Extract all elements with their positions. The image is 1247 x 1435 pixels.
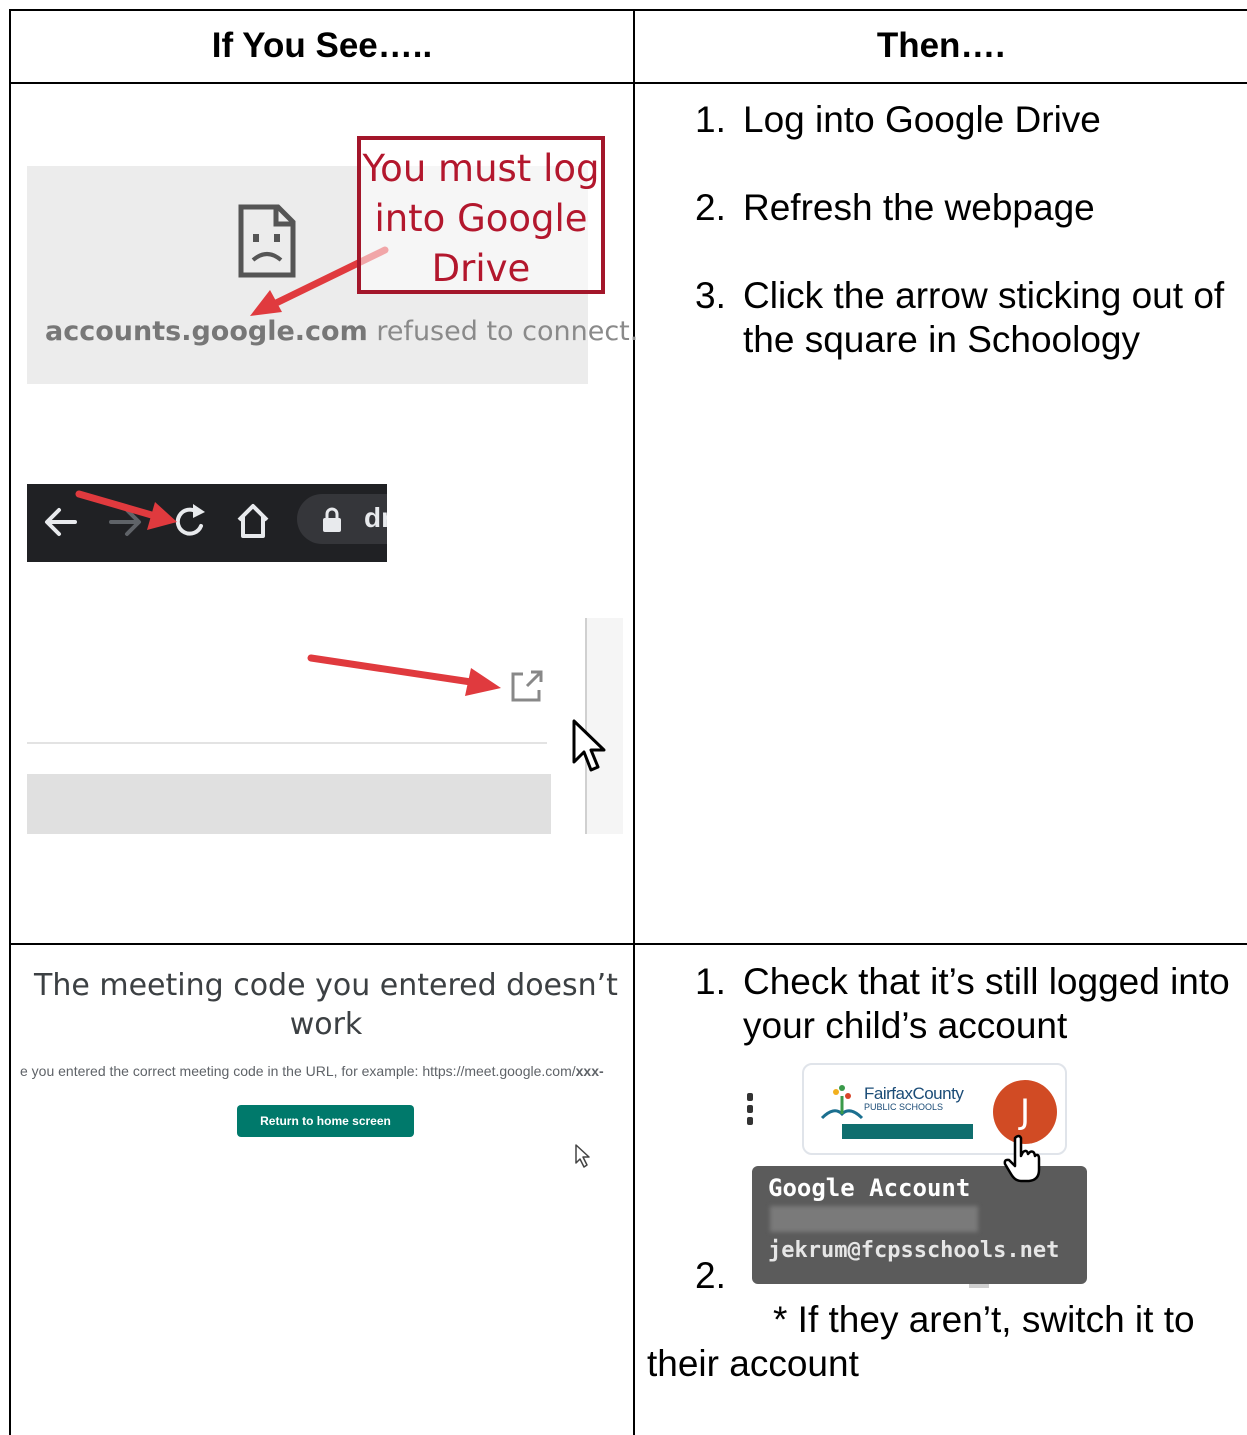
- red-arrow-to-reload: [75, 490, 177, 530]
- schoology-open-screenshot: [27, 618, 623, 834]
- blurred-name: [770, 1206, 978, 1232]
- gray-content-bar: [27, 774, 551, 834]
- meeting-error-title: The meeting code you entered doesn’t wor…: [34, 968, 618, 1042]
- row2-step-2-number: 2.: [695, 1255, 726, 1296]
- table-border-left: [9, 9, 11, 1435]
- tooltip-email: jekrum@fcpsschools.net: [768, 1238, 1060, 1263]
- table-row-divider: [9, 943, 1247, 945]
- fcps-logo-sub: PUBLIC SCHOOLS: [864, 1102, 944, 1112]
- tooltip-tail: [969, 1284, 989, 1288]
- row1-step-3: 3. Click the arrow sticking out of the sq…: [695, 275, 1225, 360]
- row1-steps: 1. Log into Google Drive 2. Refresh the we…: [635, 98, 1247, 362]
- header-left: If You See…..: [211, 26, 433, 65]
- fcps-logo-band: [842, 1124, 973, 1139]
- kebab-menu-icon: [747, 1093, 753, 1129]
- row2-step-1: 1. Check that it’s still logged into your…: [695, 961, 1230, 1046]
- refused-message: accounts.google.com refused to connect.: [45, 316, 638, 347]
- external-link-icon: [511, 670, 543, 702]
- hand-pointer-icon: [1003, 1134, 1041, 1183]
- mouse-pointer-icon: [572, 719, 606, 772]
- address-text: dr: [364, 502, 387, 533]
- return-home-button[interactable]: Return to home screen: [237, 1105, 414, 1137]
- tooltip-title: Google Account: [768, 1174, 971, 1202]
- login-callout-box: You must log into Google Drive: [357, 136, 605, 294]
- fcps-logo-icon: [820, 1085, 864, 1120]
- login-callout-text: You must log into Google Drive: [362, 147, 600, 290]
- separator-line: [27, 742, 547, 744]
- refused-domain: accounts.google.com: [45, 316, 368, 347]
- row1-step-2: 2. Refresh the webpage: [695, 187, 1095, 228]
- browser-toolbar-screenshot: dr: [27, 484, 387, 562]
- mouse-pointer-icon: [575, 1144, 590, 1168]
- refused-rest: refused to connect.: [367, 316, 639, 347]
- table-header-divider: [9, 82, 1247, 84]
- lock-icon: [323, 507, 341, 532]
- red-arrow-to-external-link: [307, 654, 501, 696]
- fcps-logo-name: FairfaxCounty: [864, 1084, 964, 1103]
- home-icon: [237, 504, 269, 538]
- header-right: Then….: [876, 26, 1006, 65]
- row2-note: * If they aren’t, switch it to their acc…: [647, 1299, 1195, 1384]
- meeting-error-subtitle: e you entered the correct meeting code i…: [20, 1063, 604, 1079]
- row2-steps: 1. Check that it’s still logged into your…: [635, 960, 1247, 1048]
- row1-step-1: 1. Log into Google Drive: [695, 99, 1101, 140]
